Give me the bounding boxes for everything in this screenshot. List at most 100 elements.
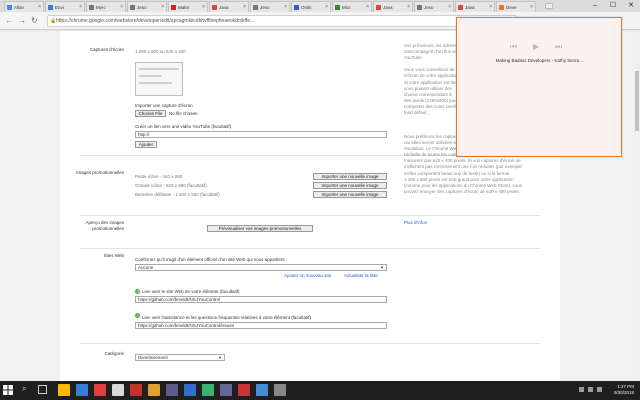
websites-label: Sites Web — [103, 253, 124, 258]
browser-tab[interactable]: Java × — [209, 1, 249, 12]
tab-close-icon[interactable]: × — [243, 4, 248, 10]
site-url-input[interactable]: https://github.com/bmeldt/NSJYouControl — [135, 296, 387, 303]
browser-tab[interactable]: Micr × — [332, 1, 372, 12]
chevron-down-icon: ▼ — [380, 265, 384, 270]
tab-favicon-icon — [89, 4, 94, 10]
tab-favicon-icon — [7, 4, 12, 10]
minimize-icon[interactable]: – — [586, 0, 604, 12]
browser-tab[interactable]: Jeso × — [414, 1, 454, 12]
scrollbar-thumb[interactable] — [635, 71, 639, 131]
taskbar-app-icon[interactable] — [58, 384, 70, 396]
next-track-icon[interactable]: ⏭ — [555, 42, 562, 52]
promo-image-name: Bannière défilante - 1 400 x 560 (facult… — [135, 192, 220, 197]
update-list-link[interactable]: Actualiser la liste — [344, 273, 378, 278]
windows-start-icon[interactable] — [3, 385, 13, 395]
browser-tab[interactable]: Java × — [373, 1, 413, 12]
preview-promo-button[interactable]: Prévisualiser vos images promotionnelles — [207, 225, 313, 232]
tab-favicon-icon — [171, 4, 176, 10]
taskbar-app-icon[interactable] — [184, 384, 196, 396]
import-promo-image-button[interactable]: Importer une nouvelle image — [313, 191, 387, 198]
screenshot-size: 1 280 x 800 ou 640 x 400 — [135, 49, 186, 54]
more-info-link[interactable]: Plus d'infos — [404, 220, 427, 225]
new-tab-button[interactable] — [545, 3, 553, 9]
browser-tab[interactable]: Onlin × — [291, 1, 331, 12]
volume-icon[interactable] — [588, 387, 593, 392]
back-icon[interactable]: ← — [5, 16, 13, 25]
tab-title: Java — [465, 4, 475, 10]
previous-track-icon[interactable]: ⏮ — [510, 42, 517, 52]
reload-icon[interactable]: ↻ — [31, 16, 38, 25]
taskbar-app-icon[interactable] — [166, 384, 178, 396]
link-icon: ↗ — [135, 289, 140, 294]
page-scrollbar[interactable] — [634, 31, 640, 381]
tab-favicon-icon — [417, 4, 422, 10]
youtube-url-input[interactable]: http:// — [135, 131, 387, 138]
tab-title: Jeso — [424, 4, 434, 10]
tab-favicon-icon — [212, 4, 217, 10]
browser-tab[interactable]: Make × — [168, 1, 208, 12]
tab-close-icon[interactable]: × — [366, 4, 371, 10]
browser-tab[interactable]: Java × — [455, 1, 495, 12]
maximize-icon[interactable]: ☐ — [604, 0, 622, 12]
taskbar-app-icon[interactable] — [148, 384, 160, 396]
category-select[interactable]: Divertissement ▼ — [135, 354, 225, 361]
tab-close-icon[interactable]: × — [202, 4, 207, 10]
taskbar-app-icon[interactable] — [94, 384, 106, 396]
tab-title: Envi — [55, 4, 64, 10]
browser-tab[interactable]: Deve × — [496, 1, 536, 12]
network-icon[interactable] — [579, 387, 584, 392]
tab-title: Make — [178, 4, 190, 10]
website-select-value: Aucune — [138, 265, 154, 270]
import-promo-image-button[interactable]: Importer une nouvelle image — [313, 173, 387, 180]
tab-favicon-icon — [253, 4, 258, 10]
search-icon[interactable]: ⌕ — [22, 384, 26, 394]
tab-close-icon[interactable]: × — [448, 4, 453, 10]
promo-images-label: Images promotionnelles — [76, 170, 124, 175]
browser-tab[interactable]: Jeso × — [127, 1, 167, 12]
tab-close-icon[interactable]: × — [161, 4, 166, 10]
browser-tab[interactable]: Myrc × — [86, 1, 126, 12]
tab-favicon-icon — [499, 4, 504, 10]
tab-title: Myrc — [96, 4, 106, 10]
forward-icon[interactable]: → — [18, 16, 26, 25]
tab-close-icon[interactable]: × — [38, 4, 43, 10]
website-select[interactable]: Aucune ▼ — [135, 264, 387, 271]
tab-close-icon[interactable]: × — [407, 4, 412, 10]
taskbar-app-icon[interactable] — [112, 384, 124, 396]
close-window-icon[interactable]: ✕ — [622, 0, 640, 12]
tab-close-icon[interactable]: × — [79, 4, 84, 10]
taskbar-app-icon[interactable] — [130, 384, 142, 396]
tab-close-icon[interactable]: × — [284, 4, 289, 10]
tab-close-icon[interactable]: × — [325, 4, 330, 10]
taskbar-app-icon[interactable] — [76, 384, 88, 396]
tab-title: Deve — [506, 4, 517, 10]
notifications-icon[interactable] — [597, 387, 602, 392]
choose-file-button[interactable]: Choose File — [135, 110, 166, 117]
lock-icon[interactable]: 🔒 — [50, 18, 56, 24]
browser-tab[interactable]: Jeso × — [250, 1, 290, 12]
category-label: Catégorie — [104, 351, 124, 356]
taskbar-app-icon[interactable] — [202, 384, 214, 396]
tab-strip: Allan × Envi × Myrc × Jeso × Make × Java × Jeso × Onli… — [0, 0, 640, 12]
tab-close-icon[interactable]: × — [120, 4, 125, 10]
tab-favicon-icon — [294, 4, 299, 10]
browser-tab[interactable]: Allan × — [4, 1, 44, 12]
taskbar-app-icon[interactable] — [220, 384, 232, 396]
browser-tab[interactable]: Envi × — [45, 1, 85, 12]
category-select-value: Divertissement — [138, 355, 168, 360]
screenshot-thumbnail[interactable] — [135, 62, 183, 96]
clock-date: 9/30/2018 — [613, 390, 634, 395]
import-promo-image-button[interactable]: Importer une nouvelle image — [313, 182, 387, 189]
task-view-icon[interactable] — [38, 385, 47, 394]
address-bar[interactable]: https://chrome.google.com/webstore/devel… — [47, 15, 517, 27]
taskbar-app-icon[interactable] — [256, 384, 268, 396]
play-icon[interactable]: ▶ — [533, 42, 539, 51]
taskbar-app-icon[interactable] — [238, 384, 250, 396]
add-site-link[interactable]: Ajouter un nouveau site — [284, 273, 331, 278]
tab-close-icon[interactable]: × — [489, 4, 494, 10]
support-url-input[interactable]: https://github.com/bmeldt/NSJYouControl/… — [135, 322, 387, 329]
taskbar-app-icon[interactable] — [274, 384, 286, 396]
add-video-button[interactable]: Ajouter — [135, 141, 157, 148]
clock[interactable]: 1:27 PM 9/30/2018 — [614, 384, 634, 396]
tab-close-icon[interactable]: × — [530, 4, 535, 10]
